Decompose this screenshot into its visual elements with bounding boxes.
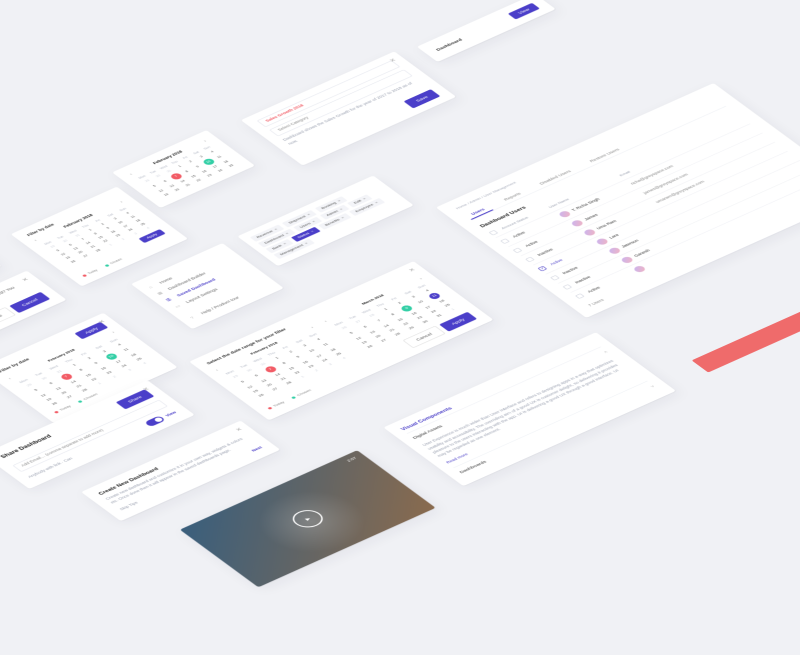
legend-chosen: Chosen <box>104 258 123 267</box>
prev-month-icon[interactable]: ‹ <box>128 172 134 176</box>
delete-button[interactable]: Delete <box>0 307 16 329</box>
avatar <box>595 237 610 245</box>
status-cell: Active <box>587 272 632 293</box>
chevron-down-icon: ˅ <box>649 384 656 388</box>
avatar <box>607 247 622 255</box>
prev-month-icon[interactable]: ‹ <box>33 238 39 242</box>
next-month-icon[interactable]: › <box>110 330 116 334</box>
next-month-icon[interactable]: › <box>309 325 315 329</box>
legend-today: Today <box>82 269 99 277</box>
next-month-icon[interactable]: › <box>118 200 124 204</box>
share-title: Share Dashboard <box>0 434 53 460</box>
row-checkbox[interactable] <box>537 266 546 271</box>
prev-month-icon[interactable]: ‹ <box>214 368 220 372</box>
tag[interactable]: Benefits× <box>318 213 351 229</box>
close-icon[interactable]: ✕ <box>21 277 31 283</box>
calendar-grid[interactable]: MonTueWedThuFriSatSun 2930311234 5678910… <box>135 144 239 199</box>
select-all-checkbox[interactable] <box>489 230 498 235</box>
row-checkbox[interactable] <box>525 257 534 262</box>
sidebar-item-help[interactable]: ?Help / Product tour <box>186 281 270 321</box>
avatar <box>620 256 635 264</box>
create-body: Create new dashboard and customize it in… <box>104 435 254 505</box>
row-checkbox[interactable] <box>500 238 509 243</box>
help-icon: ? <box>189 314 199 320</box>
avatar <box>557 210 572 218</box>
legend-today: Today <box>53 405 72 414</box>
row-checkbox[interactable] <box>575 293 584 298</box>
prev-month-icon[interactable]: ‹ <box>7 377 13 381</box>
desc-text: Dashboard shows the Sales Growth for the… <box>282 79 426 147</box>
avatar <box>582 228 597 236</box>
calendar-grid[interactable]: MonTueWedThuFriSatSun 2930311234 5678910… <box>221 330 354 400</box>
skip-link[interactable]: Skip Tips <box>119 501 141 512</box>
home-icon: ⌂ <box>147 284 157 290</box>
apply-button[interactable]: Apply <box>74 322 108 339</box>
cancel-button[interactable]: Cancel <box>403 326 446 348</box>
permission-value: View <box>165 411 178 418</box>
dashboard-label: Dashboard <box>435 38 464 52</box>
cancel-button[interactable]: Cancel <box>9 292 50 313</box>
play-icon[interactable]: ▶ <box>287 507 329 531</box>
next-button[interactable]: Next <box>251 446 263 452</box>
legend-today: Today <box>267 401 286 410</box>
grid-icon: ▦ <box>156 290 166 296</box>
alert-banner <box>692 246 800 372</box>
layout-icon: ▭ <box>173 303 183 309</box>
col-email: Email <box>619 170 632 177</box>
view-button[interactable]: View <box>508 3 540 20</box>
avatar <box>632 265 647 273</box>
row-checkbox[interactable] <box>562 284 571 289</box>
permission-toggle[interactable] <box>144 415 166 427</box>
video-duration: 2:07 <box>347 457 358 463</box>
row-checkbox[interactable] <box>550 275 559 280</box>
category-select[interactable]: Select Category <box>269 70 413 137</box>
calendar-grid[interactable]: MonTueWedThuFriSatSun 2627281234 5678910… <box>329 282 462 352</box>
row-checkbox[interactable] <box>513 247 522 252</box>
next-month-icon[interactable]: › <box>418 277 424 281</box>
next-month-icon[interactable]: › <box>202 139 208 143</box>
tab-users[interactable]: Users <box>463 204 494 220</box>
legend-chosen: Chosen <box>291 389 313 400</box>
prev-month-icon[interactable]: ‹ <box>323 319 329 323</box>
avatar <box>570 219 585 227</box>
legend-chosen: Chosen <box>77 393 99 404</box>
chevron-up-icon: ˄ <box>602 350 609 354</box>
bookmark-icon: ☰ <box>165 296 175 302</box>
